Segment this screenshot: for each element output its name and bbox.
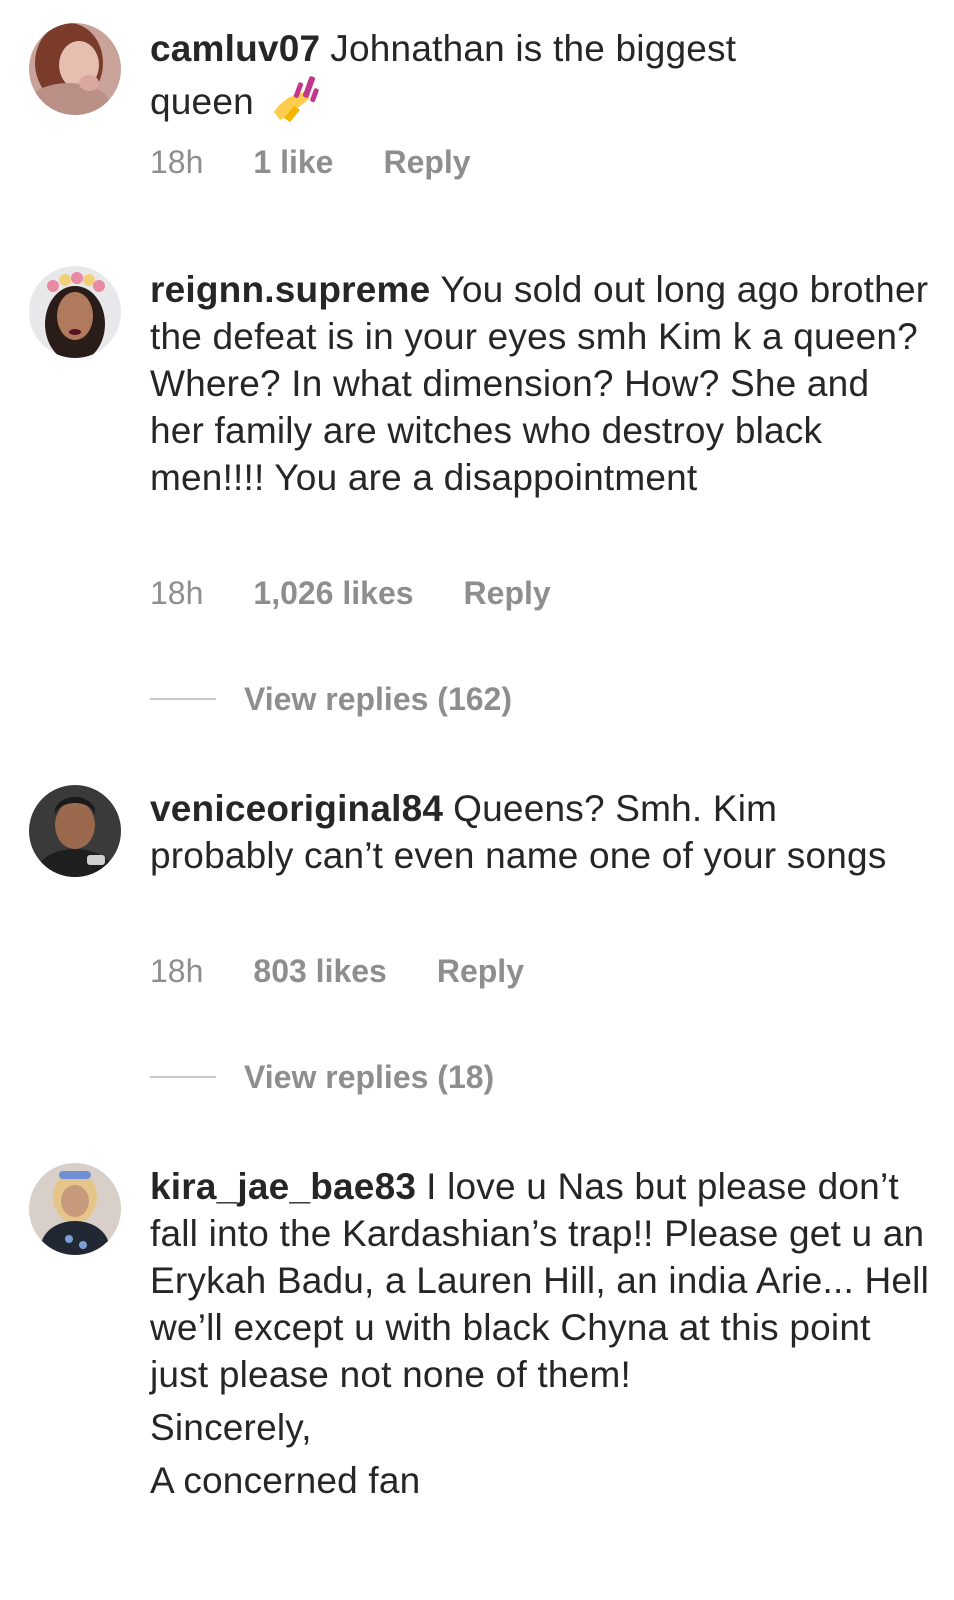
nail-polish-icon [270, 72, 322, 135]
comment-text: kira_jae_bae83 I love u Nas but please do… [150, 1163, 930, 1504]
timestamp[interactable]: 18h [150, 575, 203, 612]
comment-body-line-1: Johnathan is the biggest [330, 28, 737, 69]
likes-count[interactable]: 803 likes [253, 953, 386, 990]
avatar[interactable] [29, 266, 121, 358]
comment-meta: 18h 1 like Reply [150, 142, 471, 182]
view-replies-label: View replies (162) [244, 680, 512, 717]
view-replies-label: View replies (18) [244, 1058, 495, 1095]
divider-line [150, 1076, 216, 1078]
timestamp[interactable]: 18h [150, 953, 203, 990]
reply-button[interactable]: Reply [383, 144, 470, 181]
username[interactable]: reignn.supreme [150, 269, 430, 310]
signoff-line-1: Sincerely, [150, 1407, 312, 1448]
timestamp[interactable]: 18h [150, 144, 203, 181]
username[interactable]: kira_jae_bae83 [150, 1166, 416, 1207]
reply-button[interactable]: Reply [437, 953, 524, 990]
signoff-line-2: A concerned fan [150, 1460, 421, 1501]
comment-meta: 18h 803 likes Reply [150, 951, 524, 991]
comment-text: camluv07 Johnathan is the biggest queen [150, 25, 930, 135]
comment-body-line-2: queen [150, 81, 254, 122]
username[interactable]: veniceoriginal84 [150, 788, 443, 829]
avatar[interactable] [29, 23, 121, 115]
reply-button[interactable]: Reply [464, 575, 551, 612]
view-replies-button[interactable]: View replies (18) [150, 1057, 494, 1097]
avatar[interactable] [29, 1163, 121, 1255]
avatar[interactable] [29, 785, 121, 877]
username[interactable]: camluv07 [150, 28, 320, 69]
comment-text: veniceoriginal84 Queens? Smh. Kim probabl… [150, 785, 930, 879]
likes-count[interactable]: 1,026 likes [253, 575, 413, 612]
comment-text: reignn.supreme You sold out long ago brot… [150, 266, 930, 501]
view-replies-button[interactable]: View replies (162) [150, 679, 512, 719]
likes-count[interactable]: 1 like [253, 144, 333, 181]
divider-line [150, 698, 216, 700]
comment-meta: 18h 1,026 likes Reply [150, 573, 551, 613]
